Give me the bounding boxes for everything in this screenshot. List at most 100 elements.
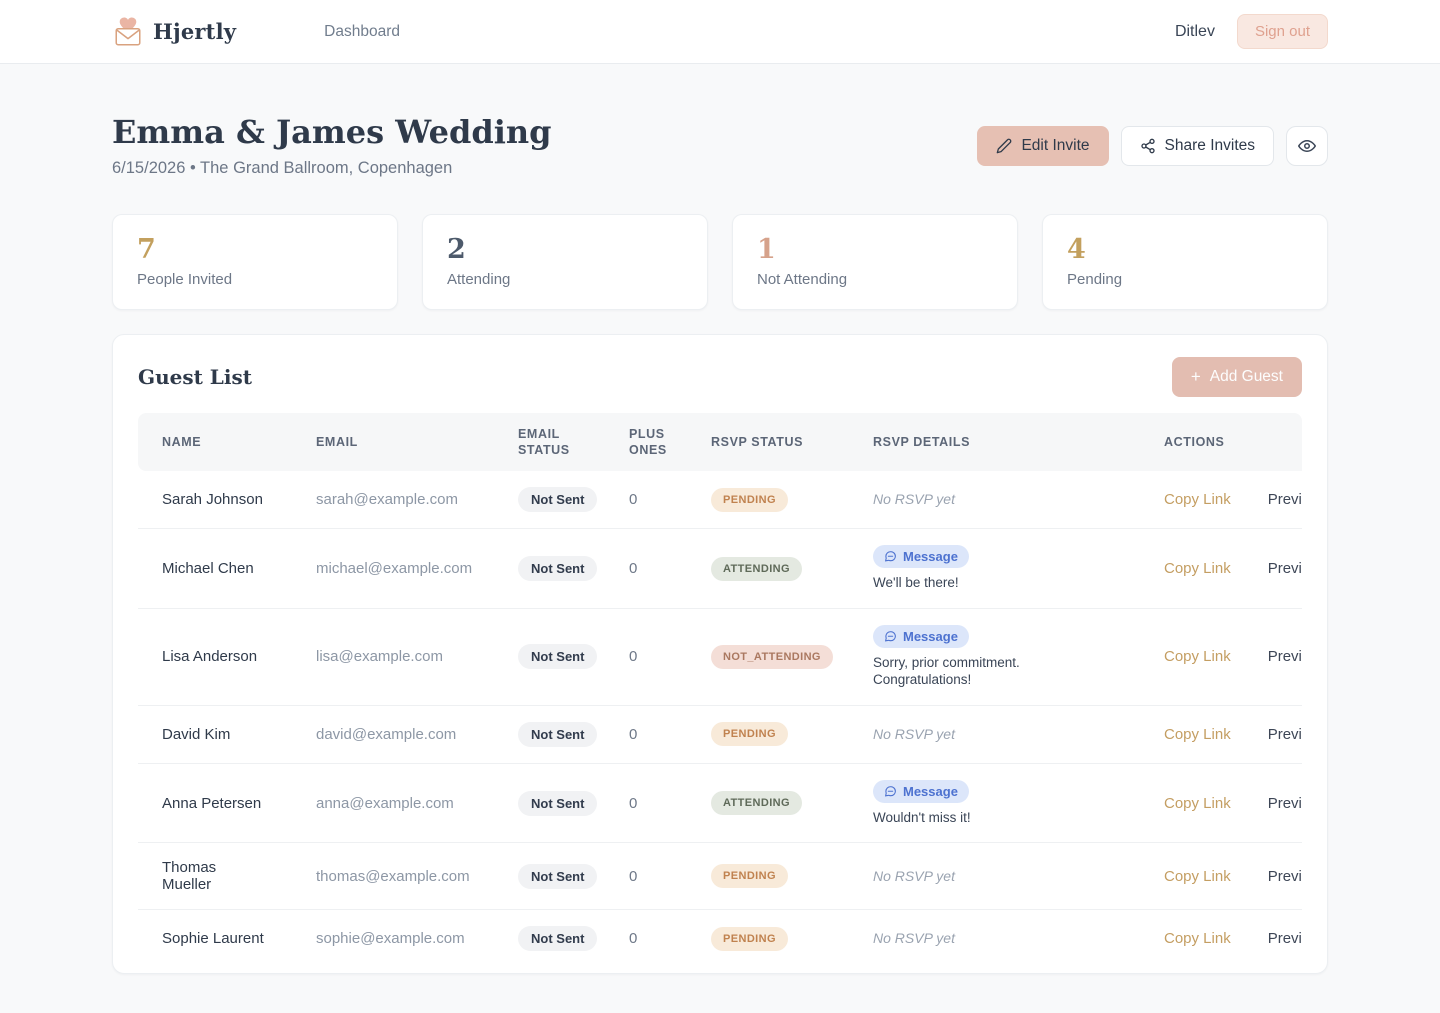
rsvp-message-text: We'll be there!	[873, 574, 1116, 592]
envelope-heart-icon	[112, 16, 144, 48]
table-row: Sarah Johnsonsarah@example.comNot Sent0P…	[138, 471, 1302, 529]
no-rsvp-text: No RSVP yet	[873, 930, 955, 946]
stats-row: 7 People Invited 2 Attending 1 Not Atten…	[112, 214, 1328, 310]
preview-button[interactable]: Preview	[1268, 491, 1302, 508]
guest-email: sarah@example.com	[292, 471, 494, 529]
message-label: Message	[903, 784, 958, 799]
guest-email: thomas@example.com	[292, 843, 494, 910]
rsvp-details-cell: No RSVP yet	[849, 705, 1140, 763]
guest-name: Anna Petersen	[138, 763, 292, 843]
copy-link-button[interactable]: Copy Link	[1164, 726, 1231, 743]
plus-ones-count: 0	[605, 471, 687, 529]
table-row: David Kimdavid@example.com Not Sent 0 PENDI…	[138, 705, 1302, 763]
guest-email: lisa@example.com	[292, 608, 494, 705]
plus-ones-count: 0	[605, 843, 687, 910]
preview-eye-button[interactable]	[1286, 126, 1328, 166]
email-status-badge: Not Sent	[518, 556, 597, 581]
brand-name: Hjertly	[153, 19, 236, 44]
guest-email: anna@example.com	[292, 763, 494, 843]
chat-bubble-icon	[884, 550, 897, 563]
table-row: Michael Chenmichael@example.com Not Sent 0…	[138, 529, 1302, 609]
copy-link-button[interactable]: Copy Link	[1164, 560, 1231, 577]
rsvp-details-cell: No RSVP yet	[849, 843, 1140, 910]
email-status-badge: Not Sent	[518, 722, 597, 747]
preview-button[interactable]: Preview	[1268, 930, 1302, 947]
col-plus-ones: PLUS ONES	[605, 413, 687, 472]
email-status-badge: Not Sent	[518, 864, 597, 889]
guest-list-card: Guest List + Add Guest NAME EMAIL EMAIL …	[112, 334, 1328, 975]
preview-button[interactable]: Preview	[1268, 726, 1302, 743]
copy-link-button[interactable]: Copy Link	[1164, 491, 1231, 508]
add-guest-button[interactable]: + Add Guest	[1172, 357, 1302, 397]
no-rsvp-text: No RSVP yet	[873, 726, 955, 742]
copy-link-button[interactable]: Copy Link	[1164, 795, 1231, 812]
col-rsvp-status: RSVP STATUS	[687, 413, 849, 472]
eye-icon	[1298, 137, 1316, 155]
rsvp-details-cell: No RSVP yet	[849, 910, 1140, 968]
table-row: Lisa Andersonlisa@example.comNot Sent0NO…	[138, 608, 1302, 705]
no-rsvp-text: No RSVP yet	[873, 868, 955, 884]
rsvp-details-cell: No RSVP yet	[849, 471, 1140, 529]
email-status-badge: Not Sent	[518, 644, 597, 669]
guest-email: michael@example.com	[292, 529, 494, 609]
stat-card-attending: 2 Attending	[422, 214, 708, 310]
col-rsvp-details: RSVP DETAILS	[849, 413, 1140, 472]
stat-value: 4	[1067, 235, 1303, 265]
message-label: Message	[903, 549, 958, 564]
stat-card-not-attending: 1 Not Attending	[732, 214, 1018, 310]
guest-list-title: Guest List	[138, 365, 252, 389]
preview-button[interactable]: Preview	[1268, 560, 1302, 577]
message-badge: Message	[873, 545, 969, 568]
rsvp-message-text: Wouldn't miss it!	[873, 809, 1116, 827]
guest-name: Sarah Johnson	[138, 471, 292, 529]
rsvp-status-badge: PENDING	[711, 864, 788, 888]
copy-link-button[interactable]: Copy Link	[1164, 868, 1231, 885]
share-invites-button[interactable]: Share Invites	[1121, 126, 1274, 166]
sign-out-button[interactable]: Sign out	[1237, 14, 1328, 49]
guest-table: NAME EMAIL EMAIL STATUS PLUS ONES RSVP S…	[138, 413, 1302, 968]
copy-link-button[interactable]: Copy Link	[1164, 648, 1231, 665]
rsvp-status-badge: PENDING	[711, 722, 788, 746]
share-icon	[1140, 138, 1156, 154]
stat-card-pending: 4 Pending	[1042, 214, 1328, 310]
chat-bubble-icon	[884, 630, 897, 643]
rsvp-status-badge: NOT_ATTENDING	[711, 645, 833, 669]
rsvp-details-cell: Message We'll be there!	[849, 529, 1140, 609]
rsvp-status-badge: ATTENDING	[711, 791, 802, 815]
guest-name: Thomas Mueller	[138, 843, 292, 910]
guest-email: david@example.com	[292, 705, 494, 763]
table-row: Thomas Muellerthomas@example.com Not Sent…	[138, 843, 1302, 910]
copy-link-button[interactable]: Copy Link	[1164, 930, 1231, 947]
rsvp-status-badge: ATTENDING	[711, 557, 802, 581]
col-name: NAME	[138, 413, 292, 472]
plus-ones-count: 0	[605, 705, 687, 763]
plus-ones-count: 0	[605, 529, 687, 609]
preview-button[interactable]: Preview	[1268, 648, 1302, 665]
table-header-row: NAME EMAIL EMAIL STATUS PLUS ONES RSVP S…	[138, 413, 1302, 472]
table-row: Anna Petersenanna@example.com Not Sent 0 AT…	[138, 763, 1302, 843]
stat-value: 7	[137, 235, 373, 265]
message-label: Message	[903, 629, 958, 644]
guest-table-scroll-area[interactable]: NAME EMAIL EMAIL STATUS PLUS ONES RSVP S…	[138, 413, 1302, 974]
stat-label: Attending	[447, 271, 683, 288]
guest-name: Michael Chen	[138, 529, 292, 609]
edit-invite-button[interactable]: Edit Invite	[977, 126, 1108, 166]
nav-dashboard[interactable]: Dashboard	[324, 23, 400, 41]
preview-button[interactable]: Preview	[1268, 868, 1302, 885]
guest-name: Sophie Laurent	[138, 910, 292, 968]
guest-name: David Kim	[138, 705, 292, 763]
col-email-status: EMAIL STATUS	[494, 413, 605, 472]
col-actions: ACTIONS	[1140, 413, 1302, 472]
stat-label: People Invited	[137, 271, 373, 288]
no-rsvp-text: No RSVP yet	[873, 491, 955, 507]
main-content: Emma & James Wedding 6/15/2026 • The Gra…	[112, 64, 1328, 974]
stat-card-people-invited: 7 People Invited	[112, 214, 398, 310]
pencil-icon	[996, 138, 1012, 154]
user-name: Ditlev	[1175, 23, 1215, 41]
top-nav: Dashboard	[324, 23, 400, 41]
plus-ones-count: 0	[605, 763, 687, 843]
email-status-badge: Not Sent	[518, 926, 597, 951]
brand-logo[interactable]: Hjertly	[112, 16, 236, 48]
email-status-badge: Not Sent	[518, 791, 597, 816]
preview-button[interactable]: Preview	[1268, 795, 1302, 812]
